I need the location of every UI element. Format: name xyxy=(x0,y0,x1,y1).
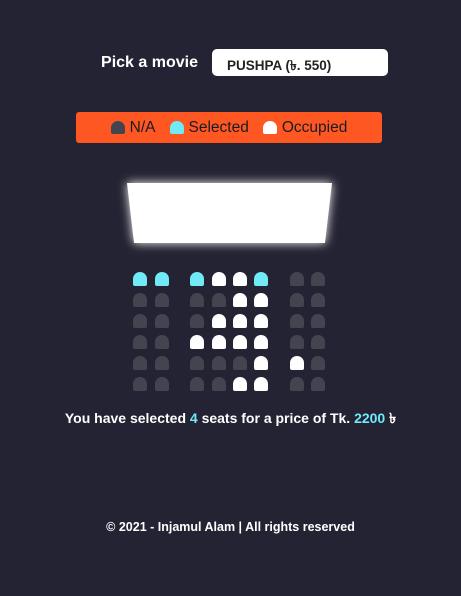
movie-picker-label: Pick a movie xyxy=(101,53,198,71)
legend-item-occupied: Occupied xyxy=(262,118,348,137)
seat-na[interactable] xyxy=(311,377,325,391)
seat-na[interactable] xyxy=(133,293,147,307)
seat-na[interactable] xyxy=(311,314,325,328)
seat-na[interactable] xyxy=(311,335,325,349)
seat-occupied xyxy=(233,377,247,391)
seat-na[interactable] xyxy=(212,356,226,370)
seat-na[interactable] xyxy=(190,293,204,307)
seat-occupied xyxy=(190,335,204,349)
movie-select[interactable]: PUSHPA (৳. 550) xyxy=(211,49,388,76)
seat-legend: N/A Selected Occupied xyxy=(76,112,382,143)
seat-occupied xyxy=(233,314,247,328)
seat-na[interactable] xyxy=(290,314,304,328)
seat-na[interactable] xyxy=(155,335,169,349)
cinema-screen xyxy=(127,183,332,243)
seat-na[interactable] xyxy=(311,272,325,286)
seat-occupied xyxy=(254,293,268,307)
seat-selected[interactable] xyxy=(190,272,204,286)
seat-na[interactable] xyxy=(133,377,147,391)
seat-occupied xyxy=(254,314,268,328)
seat-occupied xyxy=(233,272,247,286)
seat-na[interactable] xyxy=(155,356,169,370)
summary-prefix: You have selected xyxy=(64,410,190,426)
footer: © 2021 - Injamul Alam | All rights reser… xyxy=(106,520,355,534)
seat-occupied xyxy=(212,314,226,328)
seat-occupied xyxy=(212,272,226,286)
seat-selected[interactable] xyxy=(254,272,268,286)
legend-label-selected: Selected xyxy=(188,118,249,136)
seat-selected[interactable] xyxy=(133,272,147,286)
legend-label-na: N/A xyxy=(129,118,156,136)
total-price: 2200 xyxy=(354,410,386,426)
seat-na[interactable] xyxy=(290,335,304,349)
seat-na[interactable] xyxy=(155,314,169,328)
seat-na[interactable] xyxy=(133,335,147,349)
seat-selected[interactable] xyxy=(155,272,169,286)
seat-occupied xyxy=(233,335,247,349)
seat-occupied xyxy=(254,377,268,391)
seat-na[interactable] xyxy=(133,314,147,328)
seat-na[interactable] xyxy=(233,356,247,370)
seat-occupied xyxy=(254,356,268,370)
seat-na[interactable] xyxy=(290,377,304,391)
seat-selected-icon xyxy=(169,121,184,134)
seat-na[interactable] xyxy=(190,356,204,370)
seat-na[interactable] xyxy=(311,356,325,370)
legend-label-occupied: Occupied xyxy=(281,118,348,136)
selected-count: 4 xyxy=(189,410,198,426)
seat-na[interactable] xyxy=(190,377,204,391)
seat-na[interactable] xyxy=(155,293,169,307)
seat-occupied-icon xyxy=(262,121,277,134)
movie-picker: Pick a movie PUSHPA (৳. 550) xyxy=(0,49,461,76)
seat-na[interactable] xyxy=(311,293,325,307)
seat-na[interactable] xyxy=(155,377,169,391)
seat-na[interactable] xyxy=(290,293,304,307)
seat-na[interactable] xyxy=(212,293,226,307)
summary-middle: seats for a price of Tk. xyxy=(197,410,355,426)
booking-summary: You have selected 4 seats for a price of… xyxy=(0,407,461,431)
legend-item-na: N/A xyxy=(110,118,156,137)
seat-occupied xyxy=(254,335,268,349)
seat-grid xyxy=(0,272,461,392)
seat-occupied xyxy=(290,356,304,370)
seat-na[interactable] xyxy=(212,377,226,391)
seat-occupied xyxy=(233,293,247,307)
seat-na[interactable] xyxy=(190,314,204,328)
seat-na-icon xyxy=(110,121,125,134)
seat-na[interactable] xyxy=(290,272,304,286)
summary-suffix: ৳ xyxy=(385,410,397,426)
legend-item-selected: Selected xyxy=(169,118,249,137)
seat-occupied xyxy=(212,335,226,349)
seat-na[interactable] xyxy=(133,356,147,370)
